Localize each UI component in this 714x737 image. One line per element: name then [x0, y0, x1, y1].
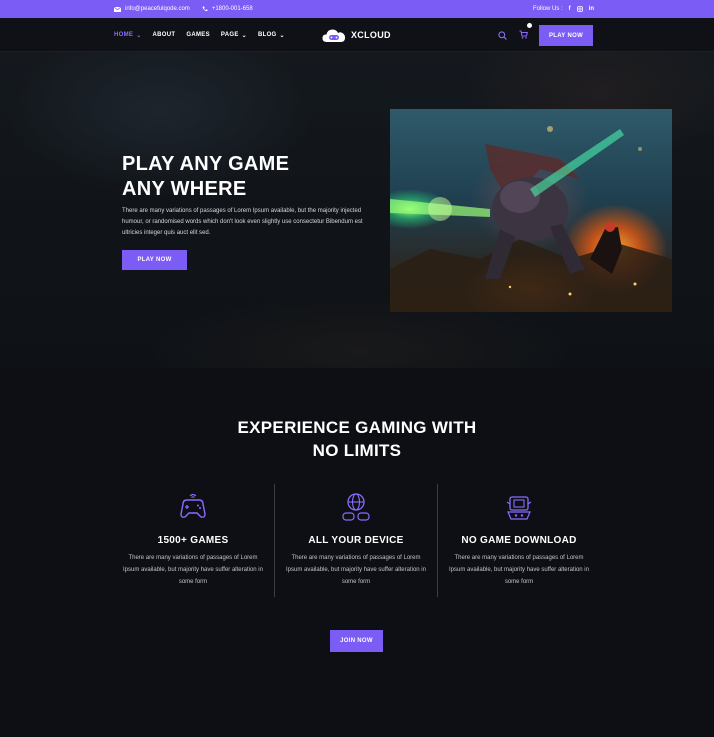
follow-label: Follow Us :	[532, 6, 563, 12]
menu-item-about[interactable]: ABOUT	[153, 32, 176, 38]
menu-item-page[interactable]: PAGE ⌄	[221, 32, 247, 39]
feature-title: NO GAME DOWNLOAD	[461, 535, 577, 546]
cart-button[interactable]	[519, 23, 532, 44]
facebook-icon[interactable]: f	[569, 6, 571, 12]
top-bar: info@peacefulqode.com +1800-001-658 Foll…	[0, 0, 714, 18]
linkedin-icon[interactable]: in	[589, 6, 594, 12]
battle-scene-illustration	[390, 126, 672, 312]
email-text: info@peacefulqode.com	[125, 6, 190, 12]
envelope-icon	[114, 6, 121, 12]
join-now-button[interactable]: JOIN NOW	[330, 630, 383, 652]
feature-text: There are many variations of passages of…	[123, 555, 263, 585]
feature-no-download: NO GAME DOWNLOAD There are many variatio…	[438, 492, 600, 588]
search-icon[interactable]	[498, 30, 507, 40]
phone-text: +1800-001-658	[211, 6, 253, 12]
features-section: EXPERIENCE GAMING WITH NO LIMITS 1500+ G…	[0, 368, 714, 737]
phone-icon	[202, 6, 208, 12]
gamepad-icon	[180, 493, 206, 518]
feature-text: There are many variations of passages of…	[286, 555, 426, 585]
hero-title: PLAY ANY GAME ANY WHERE	[122, 153, 290, 200]
feature-title: ALL YOUR DEVICE	[308, 535, 404, 546]
features-heading: EXPERIENCE GAMING WITH NO LIMITS	[237, 418, 477, 460]
play-now-hero-button[interactable]: PLAY NOW	[122, 250, 187, 270]
menu-item-games[interactable]: GAMES	[186, 32, 210, 38]
hero-game-artwork	[390, 109, 672, 312]
cart-badge	[527, 23, 532, 28]
hero-description: There are many variations of passages of…	[122, 208, 363, 236]
menu: HOME ⌄ ABOUT GAMES PAGE ⌄ BLOG ⌄	[114, 18, 285, 52]
chevron-down-icon: ⌄	[241, 32, 247, 39]
cart-icon	[519, 30, 528, 39]
phone-contact[interactable]: +1800-001-658	[202, 6, 253, 12]
feature-text: There are many variations of passages of…	[449, 555, 589, 585]
feature-games: 1500+ GAMES There are many variations of…	[112, 492, 274, 588]
menu-item-home[interactable]: HOME ⌄	[114, 32, 142, 39]
logo-text: XCLOUD	[351, 30, 391, 40]
arcade-cabinet-icon	[506, 496, 532, 520]
play-now-nav-button[interactable]: PLAY NOW	[539, 25, 593, 46]
feature-all-device: ALL YOUR DEVICE There are many variation…	[275, 492, 437, 588]
hero-section: PLAY ANY GAME ANY WHERE There are many v…	[0, 52, 714, 368]
main-navigation: HOME ⌄ ABOUT GAMES PAGE ⌄ BLOG ⌄ XCLOUD PLA…	[0, 18, 714, 52]
instagram-icon[interactable]	[576, 6, 583, 12]
site-logo[interactable]: XCLOUD	[322, 25, 391, 45]
chevron-down-icon: ⌄	[136, 32, 142, 39]
email-contact[interactable]: info@peacefulqode.com	[114, 6, 190, 12]
cloud-gamepad-icon	[322, 29, 346, 42]
feature-title: 1500+ GAMES	[157, 535, 229, 546]
menu-item-blog[interactable]: BLOG ⌄	[258, 32, 285, 39]
globe-controllers-icon	[342, 493, 370, 521]
chevron-down-icon: ⌄	[279, 32, 285, 39]
